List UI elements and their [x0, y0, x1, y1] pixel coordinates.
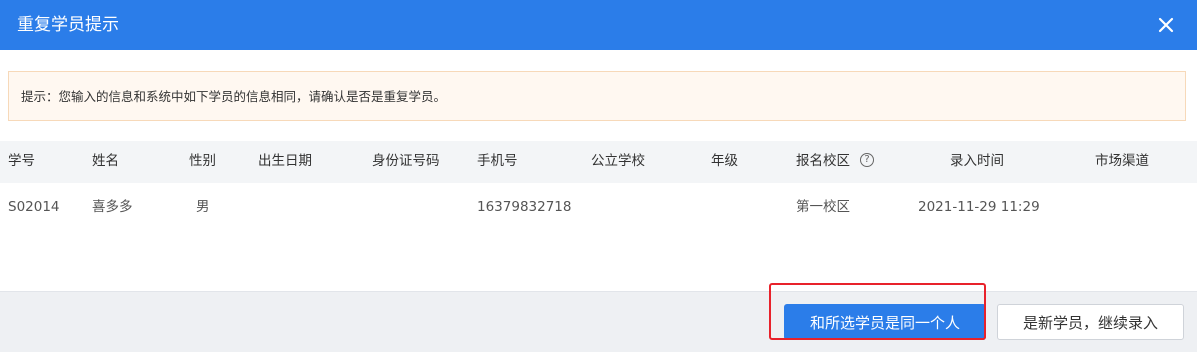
- cell-phone: 16379832718: [477, 199, 572, 215]
- cell-name: 喜多多: [92, 199, 133, 215]
- duplicate-notice: 提示：您输入的信息和系统中如下学员的信息相同，请确认是否是重复学员。: [8, 71, 1186, 121]
- cell-campus: 第一校区: [796, 199, 850, 215]
- column-header-phone: 手机号: [477, 153, 518, 169]
- column-header-channel: 市场渠道: [1095, 153, 1149, 169]
- close-icon[interactable]: [1154, 13, 1178, 37]
- help-icon[interactable]: ?: [860, 153, 874, 167]
- column-header-campus: 报名校区: [796, 153, 850, 169]
- column-header-grade: 年级: [711, 153, 738, 169]
- column-header-id-number: 身份证号码: [372, 153, 440, 169]
- dialog-title: 重复学员提示: [17, 15, 119, 35]
- column-header-student-id: 学号: [8, 153, 35, 169]
- cell-gender: 男: [196, 199, 210, 215]
- new-student-button[interactable]: 是新学员，继续录入: [997, 304, 1184, 340]
- cell-student-id: S02014: [8, 199, 60, 215]
- column-header-entry-time: 录入时间: [950, 153, 1004, 169]
- column-header-name: 姓名: [92, 153, 119, 169]
- column-header-birth-date: 出生日期: [258, 153, 312, 169]
- column-header-public-school: 公立学校: [591, 153, 645, 169]
- notice-text: 提示：您输入的信息和系统中如下学员的信息相同，请确认是否是重复学员。: [21, 89, 447, 104]
- column-header-gender: 性别: [189, 153, 216, 169]
- same-person-button[interactable]: 和所选学员是同一个人: [784, 304, 986, 340]
- dialog-header: 重复学员提示: [0, 0, 1197, 50]
- cell-entry-time: 2021-11-29 11:29: [918, 199, 1040, 215]
